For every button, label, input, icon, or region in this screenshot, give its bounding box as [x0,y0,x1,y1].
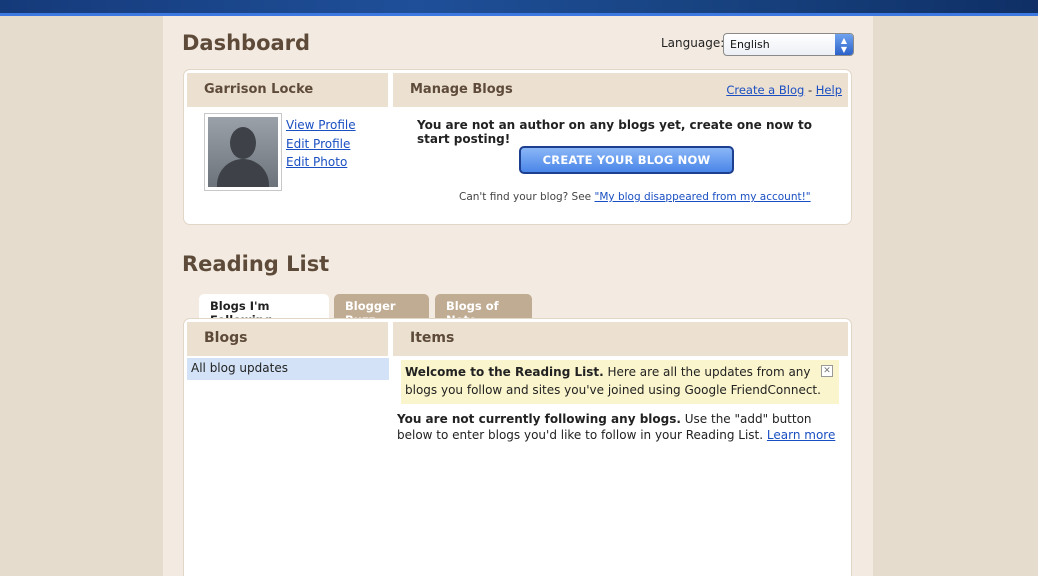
all-blog-updates-item[interactable]: All blog updates [187,358,389,380]
tab-blogs-following[interactable]: Blogs I'm Following [199,294,329,327]
create-blog-link[interactable]: Create a Blog [726,83,804,97]
avatar[interactable] [204,113,282,191]
tab-blogger-buzz[interactable]: Blogger Buzz [334,294,429,327]
create-blog-button[interactable]: CREATE YOUR BLOG NOW [519,146,734,174]
cant-find-text: Can't find your blog? See "My blog disap… [459,191,811,203]
dashboard-panel: Garrison Locke Manage Blogs Create a Blo… [184,70,851,224]
manage-blogs-title: Manage Blogs [410,82,513,97]
language-select-value: English [730,38,770,51]
top-bar [0,0,1038,16]
close-icon[interactable]: ✕ [821,365,833,377]
page-container: Dashboard Language: English ▲ ▼ Garrison … [163,16,873,576]
learn-more-link[interactable]: Learn more [767,428,835,442]
edit-photo-link[interactable]: Edit Photo [286,153,356,172]
profile-links: View Profile Edit Profile Edit Photo [286,116,356,172]
avatar-placeholder-icon [208,117,278,187]
page-title: Dashboard [182,31,311,55]
not-following-message: You are not currently following any blog… [397,411,847,443]
no-blogs-message: You are not an author on any blogs yet, … [417,118,813,146]
items-header: Items [393,322,848,356]
link-separator: - [807,83,813,97]
help-link[interactable]: Help [816,83,842,97]
language-label: Language: [661,36,725,50]
blog-disappeared-link[interactable]: "My blog disappeared from my account!" [595,191,811,203]
tab-blogs-of-note[interactable]: Blogs of Note [435,294,532,327]
welcome-notice: Welcome to the Reading List. Here are al… [401,360,839,404]
view-profile-link[interactable]: View Profile [286,116,356,135]
language-select[interactable]: English ▲ ▼ [723,33,854,56]
select-arrows-icon: ▲ ▼ [835,34,853,55]
welcome-title: Welcome to the Reading List. [405,365,604,379]
manage-blogs-header: Manage Blogs Create a Blog - Help [393,73,848,107]
cant-find-label: Can't find your blog? See [459,191,592,203]
reading-list-title: Reading List [182,252,330,276]
manage-links: Create a Blog - Help [726,83,842,97]
not-following-title: You are not currently following any blog… [397,412,681,426]
profile-header: Garrison Locke [187,73,388,107]
edit-profile-link[interactable]: Edit Profile [286,135,356,154]
blogs-header: Blogs [187,322,388,356]
reading-list-panel: Blogs Items All blog updates Welcome to … [184,319,851,576]
